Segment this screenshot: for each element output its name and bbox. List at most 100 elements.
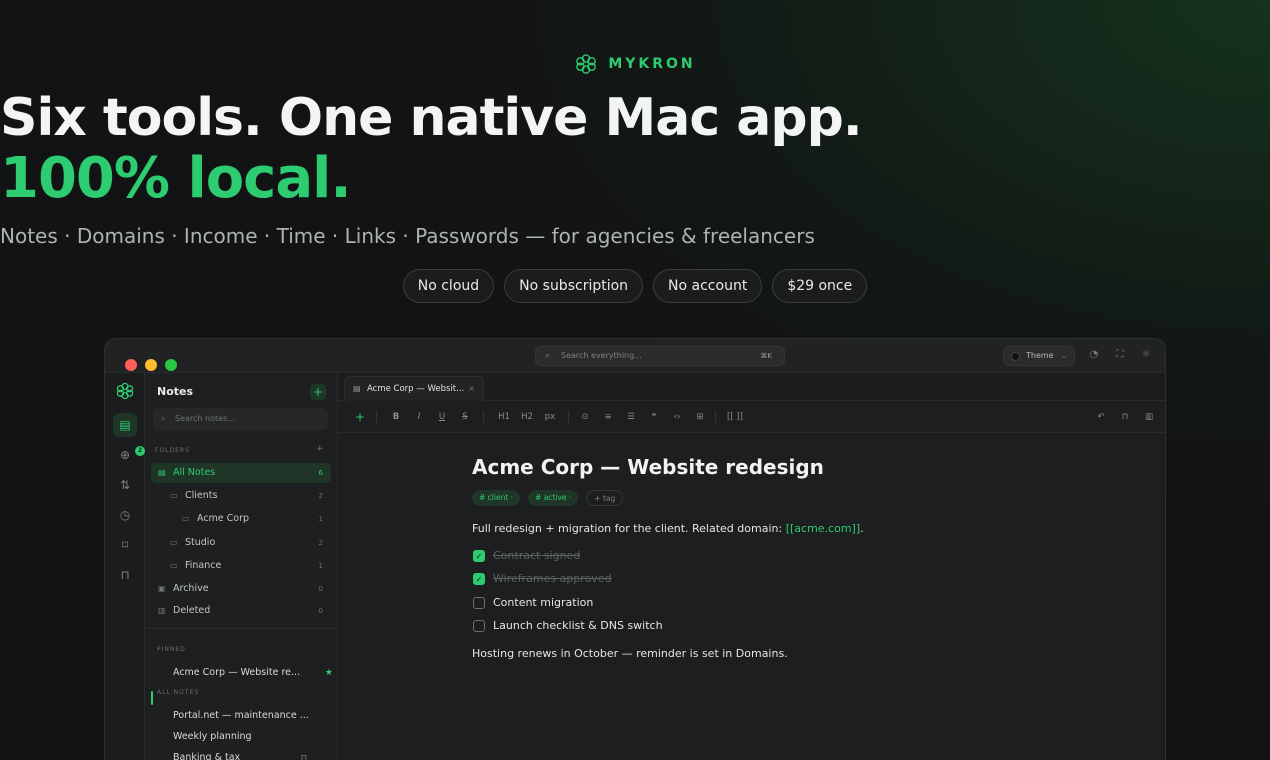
folder-count: 0 (318, 585, 323, 593)
trash-icon: ▥ (158, 606, 166, 615)
note-item-locked[interactable]: Banking & tax ⊓ (173, 749, 307, 760)
italic-icon[interactable]: I (413, 409, 425, 425)
notes-sidebar: Notes + ⌕ Search notes... FOLDERS + ▤ Al… (145, 373, 338, 760)
passwords-lock-icon[interactable]: ⊓ (113, 563, 137, 587)
note-item[interactable]: Portal.net — maintenance ... (173, 707, 309, 725)
checklist-icon[interactable]: ⊙ (578, 409, 592, 425)
theme-select[interactable]: Theme ⌄ (1003, 346, 1075, 366)
close-window-button[interactable] (125, 359, 137, 371)
bold-icon[interactable]: B (390, 409, 402, 425)
notes-module-icon[interactable]: ▤ (113, 413, 137, 437)
add-folder-button[interactable]: + (316, 444, 324, 454)
strikethrough-icon[interactable]: S (459, 409, 471, 425)
headline-accent: 100% local. (0, 146, 352, 211)
flower-logo-icon (116, 382, 134, 400)
pill-price: $29 once (772, 269, 868, 303)
task-item[interactable]: Launch checklist & DNS switch (472, 618, 663, 634)
folder-count: 2 (318, 492, 323, 500)
links-bookmark-icon[interactable]: ⌑ (113, 533, 137, 557)
notes-search-input[interactable]: ⌕ Search notes... (153, 408, 328, 430)
folder-icon: ▭ (182, 514, 190, 523)
star-icon[interactable]: ★ (325, 664, 333, 682)
global-search-input[interactable]: ⌕ Search everything... ⌘K (535, 346, 785, 366)
task-item[interactable]: ✓ Wireframes approved (472, 571, 612, 587)
checkbox-checked[interactable]: ✓ (473, 550, 485, 562)
tag-list: # client · # active · + tag (472, 490, 624, 506)
task-label: Wireframes approved (493, 572, 612, 585)
folder-archive[interactable]: ▣ Archive 0 (151, 579, 331, 599)
heading1-button[interactable]: H1 (495, 409, 513, 425)
pinned-note-title: Acme Corp — Website re... (173, 667, 301, 678)
zoom-window-button[interactable] (165, 359, 177, 371)
minimize-window-button[interactable] (145, 359, 157, 371)
document-intro: Full redesign + migration for the client… (472, 522, 864, 535)
headline: Six tools. One native Mac app. (0, 88, 863, 148)
note-icon: ▤ (353, 384, 361, 393)
heading2-button[interactable]: H2 (518, 409, 536, 425)
editor: ▤ Acme Corp — Websit... × + B I U S H1 H… (338, 373, 1165, 760)
tab-acme-corp[interactable]: ▤ Acme Corp — Websit... × (344, 376, 484, 401)
brand: MYKRON (0, 52, 1270, 76)
folder-finance[interactable]: ▭ Finance 1 (151, 556, 331, 576)
quote-icon[interactable]: ❝ (647, 409, 661, 425)
checkbox[interactable] (473, 620, 485, 632)
search-icon: ⌕ (161, 414, 166, 423)
note-item[interactable]: Weekly planning (173, 728, 252, 746)
table-icon[interactable]: ⊞ (693, 409, 707, 425)
numbered-list-icon[interactable]: ☰ (624, 409, 638, 425)
task-item[interactable]: ✓ Contract signed (472, 548, 580, 564)
intro-end: . (860, 522, 864, 535)
bullet-list-icon[interactable]: ≡ (601, 409, 615, 425)
lock-icon: ⊓ (300, 753, 307, 760)
app-window: ⌕ Search everything... ⌘K Theme ⌄ ◔ ⛶ ☼ … (104, 338, 1166, 760)
add-tag-button[interactable]: + tag (586, 490, 624, 506)
income-arrows-icon[interactable]: ⇅ (113, 473, 137, 497)
brand-name: MYKRON (608, 56, 696, 72)
theme-label: Theme (1026, 351, 1054, 360)
tag-client[interactable]: # client · (472, 490, 521, 506)
task-label: Content migration (493, 596, 594, 609)
domains-globe-icon[interactable]: ⊕ 2 (113, 443, 145, 467)
module-rail: ▤ ⊕ 2 ⇅ ◷ ⌑ ⊓ (105, 373, 145, 760)
close-tab-icon[interactable]: × (468, 377, 475, 401)
folder-label: All Notes (173, 467, 216, 478)
underline-icon[interactable]: U (436, 409, 448, 425)
flower-logo-icon (576, 54, 597, 74)
global-search-placeholder: Search everything... (561, 351, 642, 360)
checkbox-checked[interactable]: ✓ (473, 573, 485, 585)
archive-icon: ▣ (158, 584, 166, 593)
folder-studio[interactable]: ▭ Studio 2 (151, 533, 331, 553)
task-item[interactable]: Content migration (472, 595, 593, 611)
sun-icon[interactable]: ☼ (1139, 348, 1153, 362)
timer-icon[interactable]: ◔ (1087, 348, 1101, 362)
checkbox[interactable] (473, 597, 485, 609)
tab-bar: ▤ Acme Corp — Websit... × (338, 373, 1165, 401)
folder-label: Deleted (173, 605, 211, 616)
folder-deleted[interactable]: ▥ Deleted 0 (151, 601, 331, 621)
add-note-button[interactable]: + (310, 384, 326, 400)
task-label: Launch checklist & DNS switch (493, 619, 663, 632)
domain-link[interactable]: [[acme.com]] (786, 522, 860, 535)
folder-icon: ▭ (170, 561, 178, 570)
divider (376, 411, 377, 423)
notes-search-placeholder: Search notes... (175, 414, 235, 423)
divider (483, 411, 484, 423)
folder-all-notes[interactable]: ▤ All Notes 6 (151, 463, 331, 483)
folder-clients[interactable]: ▭ Clients 2 (151, 486, 331, 506)
folder-icon: ▭ (170, 491, 178, 500)
document-title[interactable]: Acme Corp — Website redesign (472, 455, 824, 479)
insert-plus-icon[interactable]: + (354, 409, 366, 425)
folder-acme-corp[interactable]: ▭ Acme Corp 1 (151, 509, 331, 529)
font-size-button[interactable]: px (541, 409, 559, 425)
time-stopwatch-icon[interactable]: ◷ (113, 503, 137, 527)
tag-active[interactable]: # active · (528, 490, 579, 506)
lock-icon[interactable]: ⊓ (1118, 409, 1132, 425)
wiki-link-button[interactable]: [[ ]] (724, 409, 746, 425)
pinned-note[interactable]: Acme Corp — Website re... ★ (173, 664, 333, 682)
pill-no-cloud: No cloud (402, 269, 495, 303)
code-icon[interactable]: ‹› (670, 409, 684, 425)
trash-icon[interactable]: ▥ (1142, 409, 1156, 425)
intro-text: Full redesign + migration for the client… (472, 522, 786, 535)
undo-icon[interactable]: ↶ (1094, 409, 1108, 425)
fullscreen-icon[interactable]: ⛶ (1113, 348, 1127, 362)
